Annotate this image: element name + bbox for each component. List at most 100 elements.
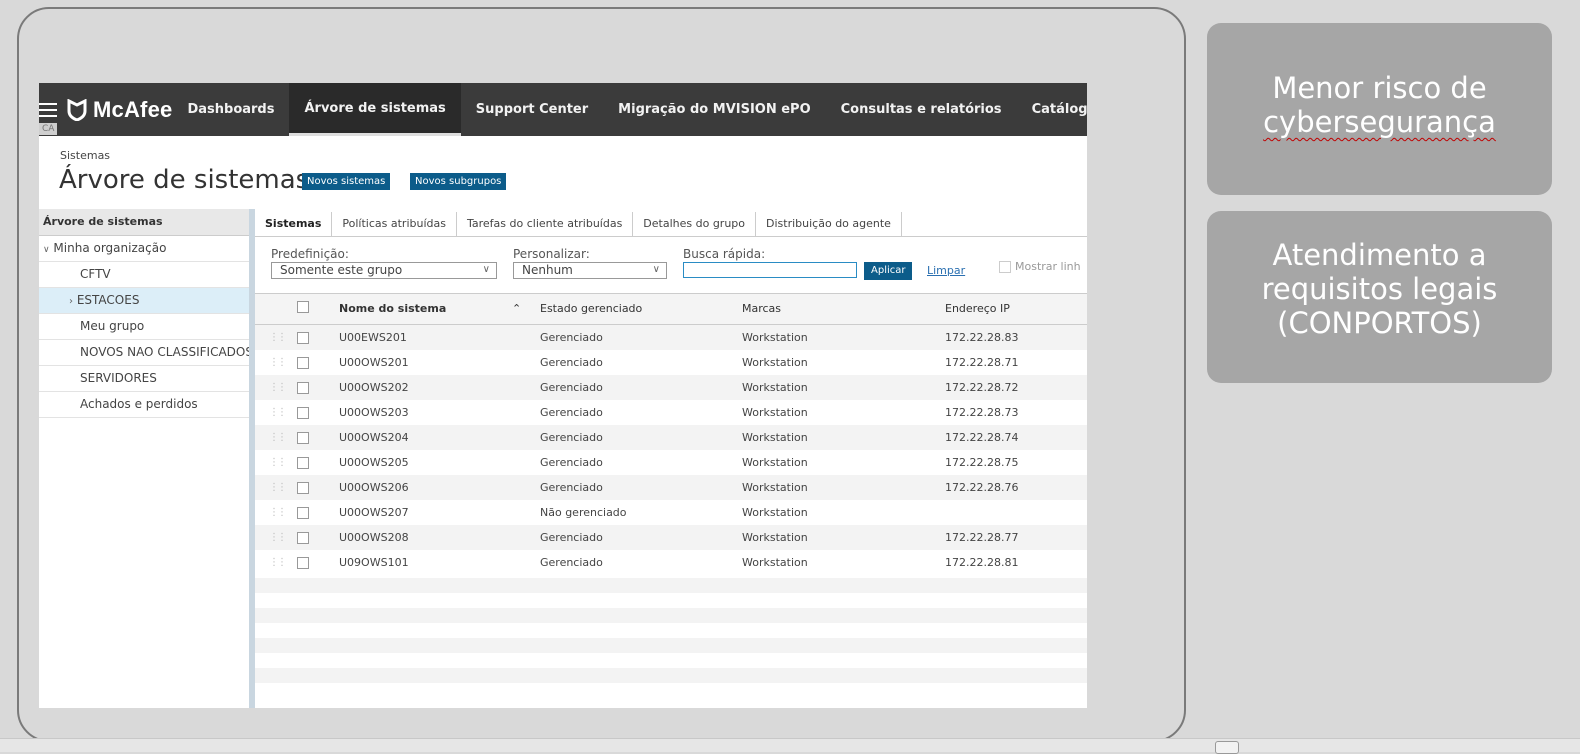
row-checkbox[interactable] bbox=[297, 382, 309, 394]
cell-ip-address: 172.22.28.76 bbox=[945, 481, 1019, 494]
quick-search-input[interactable] bbox=[683, 262, 857, 278]
table-row[interactable]: ⋮⋮ U00OWS204 Gerenciado Workstation 172.22.2… bbox=[255, 425, 1087, 450]
cell-ip-address: 172.22.28.75 bbox=[945, 456, 1019, 469]
new-systems-button[interactable]: Novos sistemas bbox=[302, 173, 391, 190]
table-row[interactable]: ⋮⋮ U00OWS201 Gerenciado Workstation 172.22.2… bbox=[255, 350, 1087, 375]
cell-system-name: U00OWS201 bbox=[339, 356, 409, 369]
tree-item-label: ESTACOES bbox=[76, 293, 140, 307]
chevron-down-icon[interactable]: ∨ bbox=[43, 245, 50, 255]
tree-item-label: Minha organização bbox=[53, 241, 167, 255]
tab-agent-deployment[interactable]: Distribuição do agente bbox=[756, 212, 902, 236]
table-row[interactable]: ⋮⋮ U00OWS205 Gerenciado Workstation 172.22.2… bbox=[255, 450, 1087, 475]
cell-ip-address: 172.22.28.77 bbox=[945, 531, 1019, 544]
preset-label: Predefinição: bbox=[271, 247, 349, 261]
cell-managed-state: Gerenciado bbox=[540, 481, 603, 494]
table-row[interactable]: ⋮⋮ U00OWS206 Gerenciado Workstation 172.22.2… bbox=[255, 475, 1087, 500]
drag-handle-icon[interactable]: ⋮⋮ bbox=[269, 475, 287, 500]
select-all-checkbox[interactable] bbox=[297, 301, 309, 313]
nav-system-tree[interactable]: Árvore de sistemas bbox=[289, 83, 461, 136]
row-checkbox[interactable] bbox=[297, 332, 309, 344]
customize-value: Nenhum bbox=[522, 263, 573, 277]
drag-handle-icon[interactable]: ⋮⋮ bbox=[269, 375, 287, 400]
card-text-line: cybersegurança bbox=[1263, 105, 1496, 139]
cell-system-name: U00EWS201 bbox=[339, 331, 407, 344]
tree-header: Árvore de sistemas bbox=[39, 209, 249, 236]
cell-managed-state: Não gerenciado bbox=[540, 506, 627, 519]
col-ip-address[interactable]: Endereço IP bbox=[945, 294, 1010, 324]
row-checkbox[interactable] bbox=[297, 507, 309, 519]
tab-systems[interactable]: Sistemas bbox=[255, 212, 333, 236]
row-checkbox[interactable] bbox=[297, 557, 309, 569]
cell-tags: Workstation bbox=[742, 556, 808, 569]
table-row[interactable]: ⋮⋮ U00OWS208 Gerenciado Workstation 172.22.2… bbox=[255, 525, 1087, 550]
cell-ip-address: 172.22.28.72 bbox=[945, 381, 1019, 394]
col-managed-state[interactable]: Estado gerenciado bbox=[540, 294, 642, 324]
chevron-right-icon[interactable]: › bbox=[69, 296, 73, 307]
tree-item-novos-nao-classificados[interactable]: NOVOS NAO CLASSIFICADOS bbox=[39, 340, 249, 366]
cell-managed-state: Gerenciado bbox=[540, 431, 603, 444]
table-row[interactable]: ⋮⋮ U00OWS203 Gerenciado Workstation 172.22.2… bbox=[255, 400, 1087, 425]
tree-item-cftv[interactable]: CFTV bbox=[39, 262, 249, 288]
nav-dashboards[interactable]: Dashboards bbox=[172, 83, 289, 136]
table-body: ⋮⋮ U00EWS201 Gerenciado Workstation 172.22.2… bbox=[255, 325, 1087, 575]
tree-item-achados-perdidos[interactable]: Achados e perdidos bbox=[39, 392, 249, 418]
mcafee-logo[interactable]: McAfee bbox=[57, 97, 172, 123]
drag-handle-icon[interactable]: ⋮⋮ bbox=[269, 425, 287, 450]
chevron-down-icon: ∨ bbox=[652, 264, 660, 275]
tree-item-meu-grupo[interactable]: Meu grupo bbox=[39, 314, 249, 340]
nav-support-center[interactable]: Support Center bbox=[461, 83, 603, 136]
apply-button[interactable]: Aplicar bbox=[864, 262, 913, 280]
preset-select[interactable]: Somente este grupo ∨ bbox=[271, 262, 497, 279]
nav-mvision-migration[interactable]: Migração do MVISION ePO bbox=[603, 83, 825, 136]
col-tags[interactable]: Marcas bbox=[742, 294, 781, 324]
drag-handle-icon[interactable]: ⋮⋮ bbox=[269, 350, 287, 375]
table-row[interactable]: ⋮⋮ U00OWS202 Gerenciado Workstation 172.22.2… bbox=[255, 375, 1087, 400]
sort-asc-icon[interactable]: ⌃ bbox=[512, 294, 521, 324]
tab-group-details[interactable]: Detalhes do grupo bbox=[633, 212, 757, 236]
quick-search-label: Busca rápida: bbox=[683, 247, 766, 261]
tree-item-estacoes[interactable]: › ESTACOES bbox=[39, 288, 249, 314]
clear-link[interactable]: Limpar bbox=[927, 264, 965, 277]
tab-assigned-client-tasks[interactable]: Tarefas do cliente atribuídas bbox=[457, 212, 634, 236]
systems-table: Nome do sistema ⌃ Estado gerenciado Marc… bbox=[255, 293, 1087, 575]
cell-system-name: U00OWS208 bbox=[339, 531, 409, 544]
card-text-line: requisitos legais bbox=[1261, 272, 1498, 306]
cell-tags: Workstation bbox=[742, 356, 808, 369]
row-checkbox[interactable] bbox=[297, 482, 309, 494]
row-checkbox[interactable] bbox=[297, 532, 309, 544]
drag-handle-icon[interactable]: ⋮⋮ bbox=[269, 525, 287, 550]
tree-item-root[interactable]: ∨ Minha organização bbox=[39, 236, 249, 262]
top-nav: McAfee Dashboards Árvore de sistemas Sup… bbox=[39, 83, 1087, 136]
table-row[interactable]: ⋮⋮ U00EWS201 Gerenciado Workstation 172.22.2… bbox=[255, 325, 1087, 350]
row-checkbox[interactable] bbox=[297, 457, 309, 469]
row-checkbox[interactable] bbox=[297, 357, 309, 369]
drag-handle-icon[interactable]: ⋮⋮ bbox=[269, 550, 287, 575]
table-row[interactable]: ⋮⋮ U00OWS207 Não gerenciado Workstation bbox=[255, 500, 1087, 525]
breadcrumb[interactable]: Sistemas bbox=[60, 149, 110, 162]
col-system-name[interactable]: Nome do sistema bbox=[339, 294, 446, 324]
row-checkbox[interactable] bbox=[297, 432, 309, 444]
new-subgroups-button[interactable]: Novos subgrupos bbox=[410, 173, 507, 190]
tree-item-servidores[interactable]: SERVIDORES bbox=[39, 366, 249, 392]
cell-tags: Workstation bbox=[742, 331, 808, 344]
customize-select[interactable]: Nenhum ∨ bbox=[513, 262, 667, 279]
show-rows-checkbox[interactable] bbox=[999, 260, 1011, 273]
cell-tags: Workstation bbox=[742, 431, 808, 444]
drag-handle-icon[interactable]: ⋮⋮ bbox=[269, 325, 287, 350]
cell-managed-state: Gerenciado bbox=[540, 456, 603, 469]
row-checkbox[interactable] bbox=[297, 407, 309, 419]
empty-rows bbox=[255, 578, 1087, 708]
cell-system-name: U00OWS204 bbox=[339, 431, 409, 444]
nav-queries-reports[interactable]: Consultas e relatórios bbox=[826, 83, 1017, 136]
bottom-button[interactable] bbox=[1215, 741, 1239, 754]
cell-ip-address: 172.22.28.74 bbox=[945, 431, 1019, 444]
page-title: Árvore de sistemas bbox=[59, 165, 310, 195]
customize-label: Personalizar: bbox=[513, 247, 590, 261]
table-row[interactable]: ⋮⋮ U09OWS101 Gerenciado Workstation 172.22.2… bbox=[255, 550, 1087, 575]
tab-assigned-policies[interactable]: Políticas atribuídas bbox=[332, 212, 457, 236]
drag-handle-icon[interactable]: ⋮⋮ bbox=[269, 450, 287, 475]
drag-handle-icon[interactable]: ⋮⋮ bbox=[269, 500, 287, 525]
show-rows-toggle[interactable]: Mostrar linh bbox=[999, 260, 1081, 273]
nav-catalog[interactable]: Catálog bbox=[1017, 83, 1087, 136]
drag-handle-icon[interactable]: ⋮⋮ bbox=[269, 400, 287, 425]
